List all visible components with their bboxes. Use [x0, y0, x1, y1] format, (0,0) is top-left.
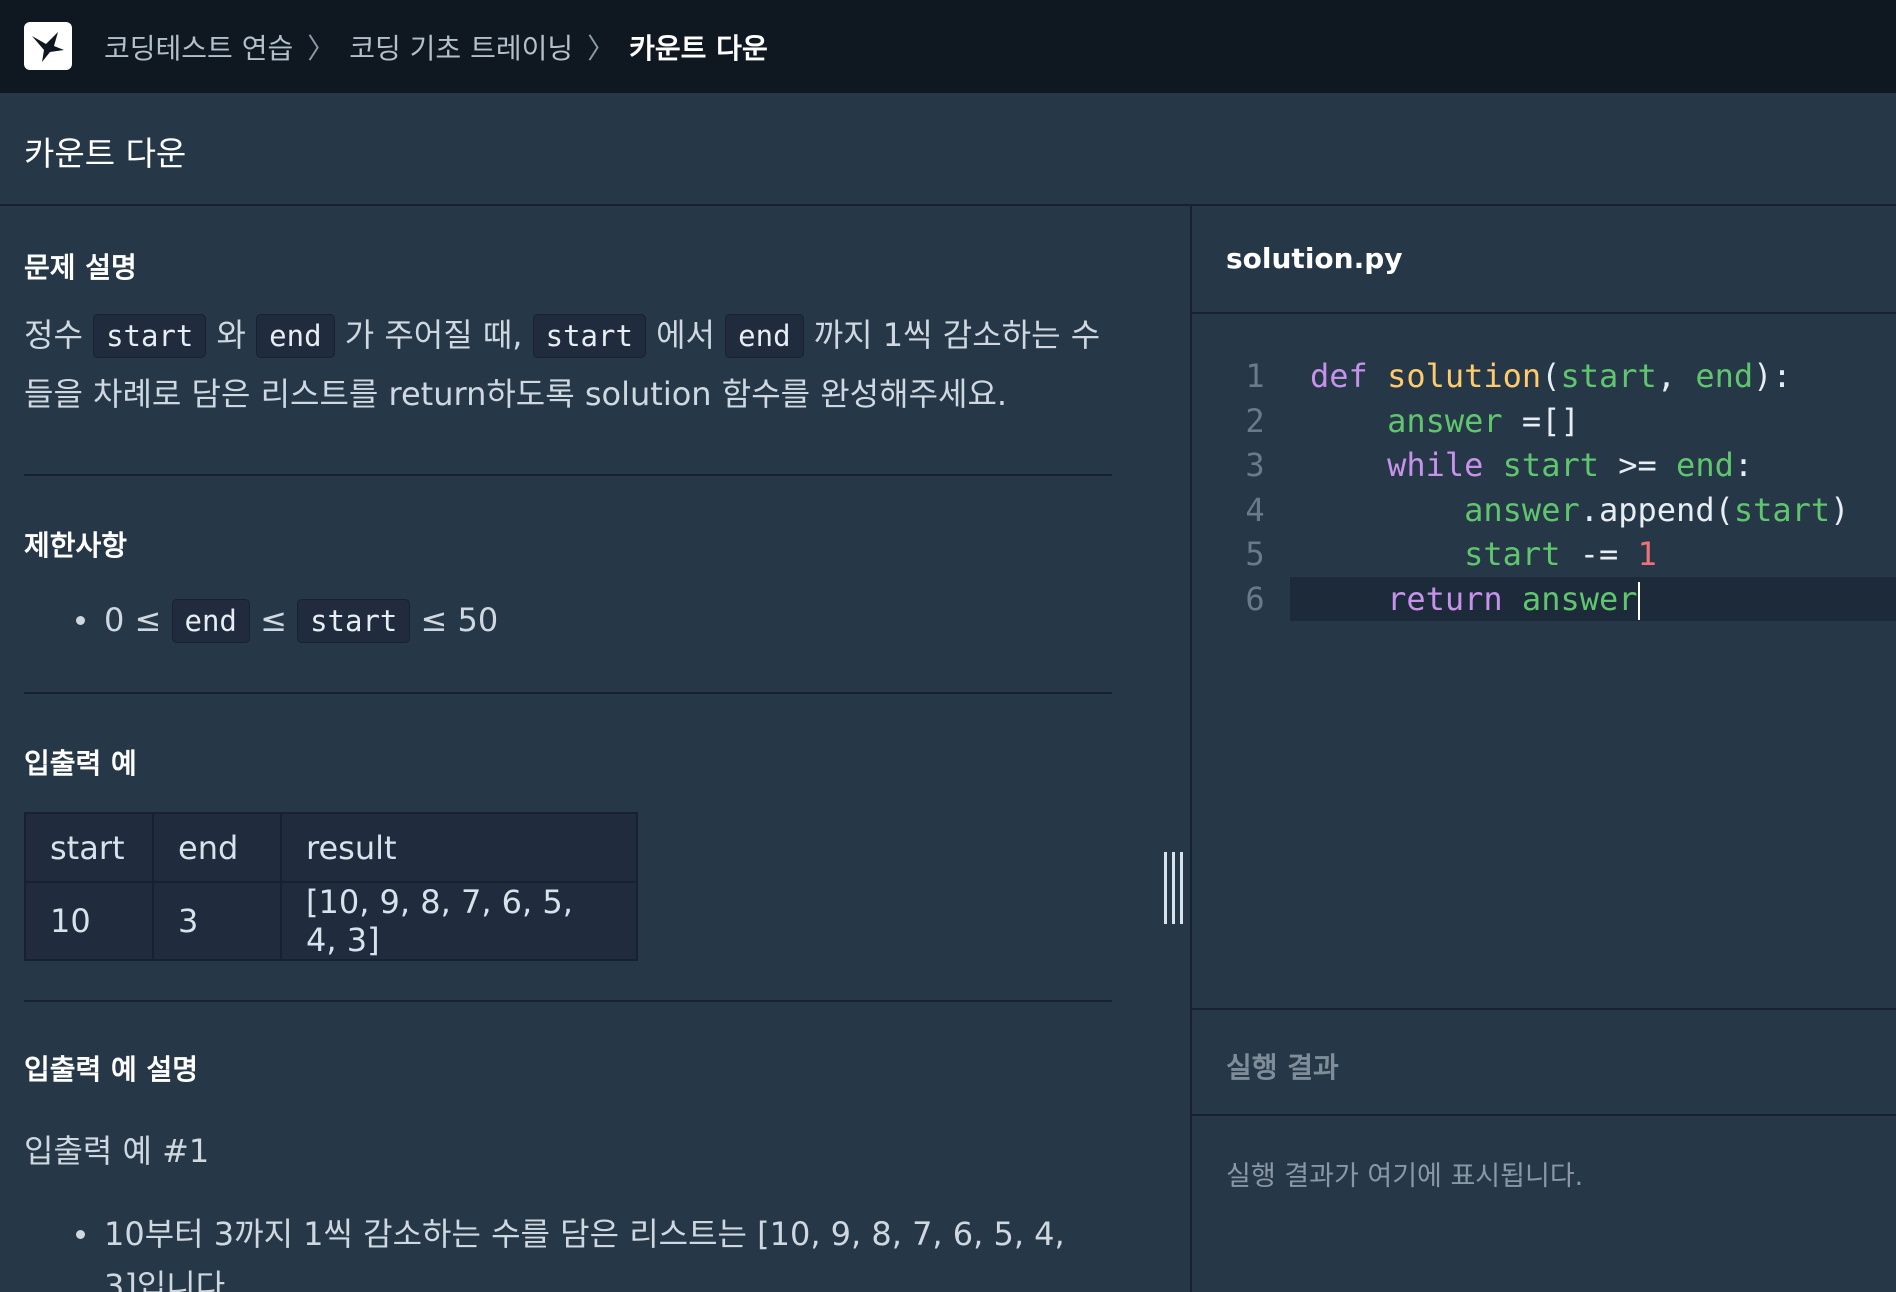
- line-number: 4: [1245, 490, 1265, 529]
- editor-panel: solution.py 1 def solution(start, end): 2 …: [1190, 206, 1896, 1292]
- code-editor[interactable]: 1 def solution(start, end): 2 answer =[] 3 …: [1192, 354, 1896, 1004]
- table-cell: 3: [152, 881, 282, 961]
- code-line[interactable]: 2 answer =[]: [1192, 399, 1896, 443]
- description-text: 정수 start 와 end 가 주어질 때, start 에서 end 까지 …: [24, 314, 1101, 413]
- code-text[interactable]: return answer: [1310, 577, 1640, 621]
- table-header-row: start end result: [24, 812, 638, 883]
- io-example-list: 10부터 3까지 1씩 감소하는 수를 담은 리스트는 [10, 9, 8, 7…: [24, 1208, 1104, 1292]
- line-number: 1: [1245, 357, 1265, 395]
- logo-icon[interactable]: [24, 22, 72, 70]
- result-output: 실행 결과가 여기에 표시됩니다.: [1226, 1161, 1584, 1192]
- divider: [24, 474, 1112, 476]
- divider: [24, 1000, 1112, 1002]
- io-heading: 입출력 예: [24, 747, 137, 780]
- file-name: solution.py: [1226, 242, 1403, 275]
- io-example-item: 10부터 3까지 1씩 감소하는 수를 담은 리스트는 [10, 9, 8, 7…: [24, 1208, 1104, 1292]
- table-row: 10 3 [10, 9, 8, 7, 6, 5, 4, 3]: [24, 881, 638, 961]
- code-line[interactable]: 4 answer.append(start): [1192, 488, 1896, 532]
- breadcrumb-item-coding-test[interactable]: 코딩테스트 연습: [104, 27, 293, 67]
- constraints-list: 0 ≤ end ≤ start ≤ 50: [24, 594, 1124, 647]
- column-header: start: [24, 812, 154, 883]
- code-line[interactable]: 3 while start >= end:: [1192, 443, 1896, 487]
- code-start: start: [93, 314, 207, 358]
- code-line[interactable]: 5 start -= 1: [1192, 532, 1896, 576]
- breadcrumb-item-current: 카운트 다운: [629, 31, 768, 65]
- code-start: start: [532, 314, 646, 358]
- divider: [24, 692, 1112, 694]
- line-number: 6: [1245, 579, 1265, 618]
- file-tab[interactable]: solution.py: [1192, 206, 1896, 314]
- text-cursor: [1637, 581, 1640, 620]
- code-end: end: [725, 314, 804, 358]
- table-cell: [10, 9, 8, 7, 6, 5, 4, 3]: [280, 881, 638, 961]
- table-cell: 10: [24, 881, 154, 961]
- description-heading: 문제 설명: [24, 251, 137, 284]
- resize-handle-icon[interactable]: [1162, 852, 1184, 924]
- io-example-label: 입출력 예 #1: [24, 1132, 210, 1170]
- constraint-item: 0 ≤ end ≤ start ≤ 50: [24, 594, 1124, 647]
- result-header: 실행 결과: [1192, 1008, 1896, 1116]
- column-header: result: [280, 812, 638, 883]
- chevron-right-icon: 〉: [587, 31, 616, 65]
- line-number: 2: [1245, 401, 1265, 440]
- constraints-heading: 제한사항: [24, 529, 128, 562]
- code-end: end: [256, 314, 335, 358]
- code-text[interactable]: answer =[]: [1310, 399, 1580, 443]
- breadcrumb: 코딩테스트 연습 〉 코딩 기초 트레이닝 〉 카운트 다운: [104, 0, 768, 93]
- code-line[interactable]: 1 def solution(start, end):: [1192, 354, 1896, 398]
- line-number: 5: [1245, 535, 1265, 573]
- chevron-right-icon: 〉: [307, 31, 336, 65]
- code-text[interactable]: start -= 1: [1310, 532, 1657, 576]
- result-title: 실행 결과: [1226, 1051, 1339, 1084]
- title-bar: 카운트 다운: [0, 93, 1896, 206]
- io-table: start end result 10 3 [10, 9, 8, 7, 6, 5…: [24, 812, 638, 961]
- io-explain-heading: 입출력 예 설명: [24, 1053, 199, 1086]
- column-header: end: [152, 812, 282, 883]
- top-nav-bar: 코딩테스트 연습 〉 코딩 기초 트레이닝 〉 카운트 다운: [0, 0, 1896, 93]
- code-line[interactable]: 6 return answer: [1192, 577, 1896, 621]
- line-number: 3: [1245, 446, 1265, 484]
- code-text[interactable]: answer.append(start): [1310, 488, 1849, 532]
- breadcrumb-item-basic-training[interactable]: 코딩 기초 트레이닝: [349, 27, 573, 67]
- problem-panel[interactable]: 문제 설명 정수 start 와 end 가 주어질 때, start 에서 e…: [0, 206, 1190, 1292]
- page-title: 카운트 다운: [24, 134, 187, 173]
- code-text[interactable]: def solution(start, end):: [1310, 354, 1792, 398]
- code-text[interactable]: while start >= end:: [1310, 443, 1753, 487]
